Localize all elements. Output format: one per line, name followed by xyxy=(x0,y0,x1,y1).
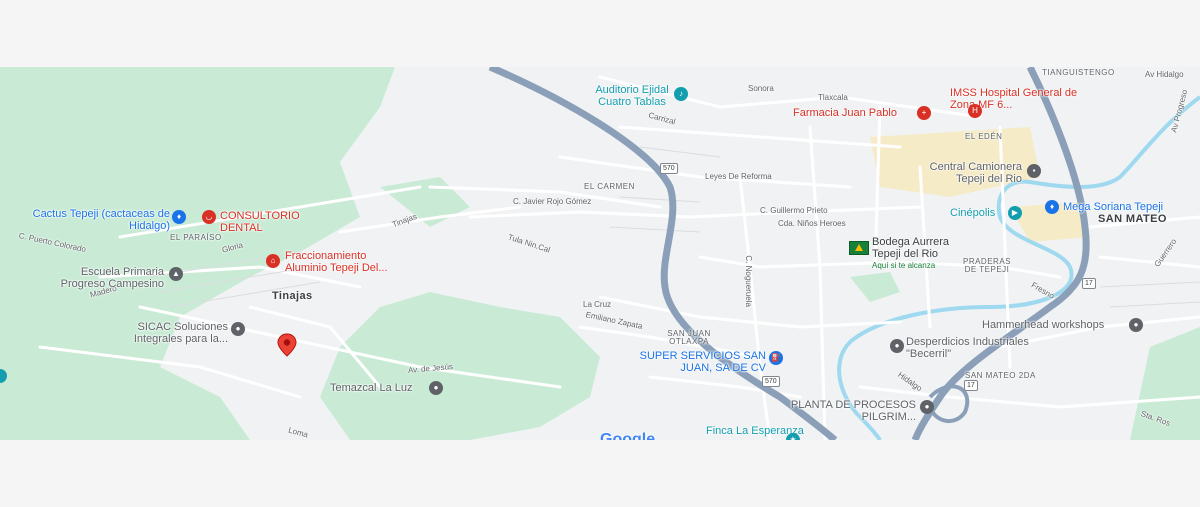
town-label: Tinajas xyxy=(272,290,313,302)
home-icon[interactable]: ⌂ xyxy=(266,254,280,268)
top-blank-band xyxy=(0,0,1200,67)
place-label[interactable]: Cinépolis xyxy=(950,207,995,220)
dental-icon[interactable]: ◡ xyxy=(202,210,216,224)
store-logo-mark xyxy=(855,244,863,251)
bottom-blank-band xyxy=(0,440,1200,507)
place-name: CONSULTORIO DENTAL xyxy=(220,210,300,234)
place-name: Bodega Aurrera Tepeji del Rio xyxy=(872,236,950,260)
place-name: Escuela Primaria Progreso Campesino xyxy=(60,266,164,290)
place-label[interactable]: Temazcal La Luz xyxy=(330,382,413,395)
highway-shield: 570 xyxy=(762,376,780,387)
place-label[interactable]: CONSULTORIO DENTAL xyxy=(220,210,315,234)
place-label[interactable]: Bodega Aurrera Tepeji del Rio Aquí si te… xyxy=(872,236,967,272)
location-icon[interactable]: ● xyxy=(1129,318,1143,332)
place-label[interactable]: Farmacia Juan Pablo xyxy=(793,107,897,120)
street-label: La Cruz xyxy=(583,300,612,309)
highway-shield: 17 xyxy=(964,380,978,391)
event-venue-icon[interactable]: ★ xyxy=(786,433,800,440)
street-label: C. Guillermo Prieto xyxy=(760,206,828,215)
neighborhood-label: EL EDÉN xyxy=(965,132,1003,141)
neighborhood-label: EL CARMEN xyxy=(584,182,635,191)
store-logo-icon[interactable] xyxy=(849,241,869,255)
neighborhood-label: SAN JUAN OTLAXPA xyxy=(667,329,711,347)
map-base-layer xyxy=(0,67,1200,440)
street-label: Cda. Niños Heroes xyxy=(778,219,846,228)
neighborhood-label: TIANGUISTENGO xyxy=(1042,68,1115,77)
shopping-icon[interactable]: ♦ xyxy=(172,210,186,224)
location-icon[interactable]: ● xyxy=(920,400,934,414)
place-name: Auditorio Ejidal Cuatro Tablas xyxy=(595,84,669,108)
place-label[interactable]: SUPER SERVICIOS SAN JUAN, SA DE CV xyxy=(634,350,766,374)
google-logo: Google xyxy=(600,431,656,440)
neighborhood-label: SAN MATEO 2DA xyxy=(965,371,1036,380)
location-icon[interactable]: ● xyxy=(429,381,443,395)
street-label: C. Javier Rojo Gómez xyxy=(513,197,592,206)
place-name: PLANTA DE PROCESOS PILGRIM... xyxy=(790,399,916,423)
highway-shield: 17 xyxy=(1082,278,1096,289)
street-label: C. Nogueruela xyxy=(743,255,753,307)
theater-icon[interactable]: ♪ xyxy=(674,87,688,101)
place-label[interactable]: Fraccionamiento Aluminio Tepeji Del... xyxy=(285,250,410,274)
place-label[interactable]: Auditorio Ejidal Cuatro Tablas xyxy=(584,84,680,108)
location-icon[interactable]: ● xyxy=(231,322,245,336)
bus-station-icon[interactable]: ▪ xyxy=(1027,164,1041,178)
hospital-icon[interactable]: H xyxy=(968,104,982,118)
place-label[interactable]: SICAC Soluciones Integrales para la... xyxy=(118,321,228,345)
place-name: Central Camionera Tepeji del Rio xyxy=(929,161,1022,185)
shopping-icon[interactable]: ♦ xyxy=(1045,200,1059,214)
cinema-icon[interactable]: ▶ xyxy=(1008,206,1022,220)
street-label: Sonora xyxy=(748,84,774,93)
place-label[interactable]: Escuela Primaria Progreso Campesino xyxy=(46,266,164,290)
gas-station-icon[interactable]: ⛽ xyxy=(769,351,783,365)
place-name: Desperdicios Industriales "Becerril" xyxy=(906,336,1029,360)
place-name: SUPER SERVICIOS SAN JUAN, SA DE CV xyxy=(639,350,766,374)
place-name: SICAC Soluciones Integrales para la... xyxy=(133,321,228,345)
place-label[interactable]: PLANTA DE PROCESOS PILGRIM... xyxy=(790,399,916,423)
town-label: SAN MATEO xyxy=(1098,213,1167,225)
place-label[interactable]: Hammerhead workshops xyxy=(982,319,1104,332)
place-name: Cactus Tepeji (cactaceas de Hidalgo) xyxy=(32,208,170,232)
place-subtitle: Aquí si te alcanza xyxy=(872,261,936,271)
street-label: Tlaxcala xyxy=(818,93,848,102)
location-pin-icon[interactable] xyxy=(275,333,299,357)
street-label: Av Hidalgo xyxy=(1145,70,1184,79)
place-label[interactable]: Mega Soriana Tepeji xyxy=(1063,201,1163,214)
place-name: Fraccionamiento Aluminio Tepeji Del... xyxy=(285,250,388,274)
place-label[interactable]: Central Camionera Tepeji del Rio xyxy=(912,161,1022,185)
place-label[interactable]: Desperdicios Industriales "Becerril" xyxy=(906,336,1041,360)
pharmacy-icon[interactable]: + xyxy=(917,106,931,120)
map-canvas[interactable]: 570 570 17 17 Tinajas SAN MATEO EL CARME… xyxy=(0,67,1200,440)
park-area-small xyxy=(850,272,900,302)
street-label: Leyes De Reforma xyxy=(705,172,772,181)
school-icon[interactable]: ▲ xyxy=(169,267,183,281)
neighborhood-label: EL PARAÍSO xyxy=(170,233,222,242)
highway-shield: 570 xyxy=(660,163,678,174)
place-label[interactable]: Cactus Tepeji (cactaceas de Hidalgo) xyxy=(32,208,170,232)
location-icon[interactable]: ● xyxy=(890,339,904,353)
